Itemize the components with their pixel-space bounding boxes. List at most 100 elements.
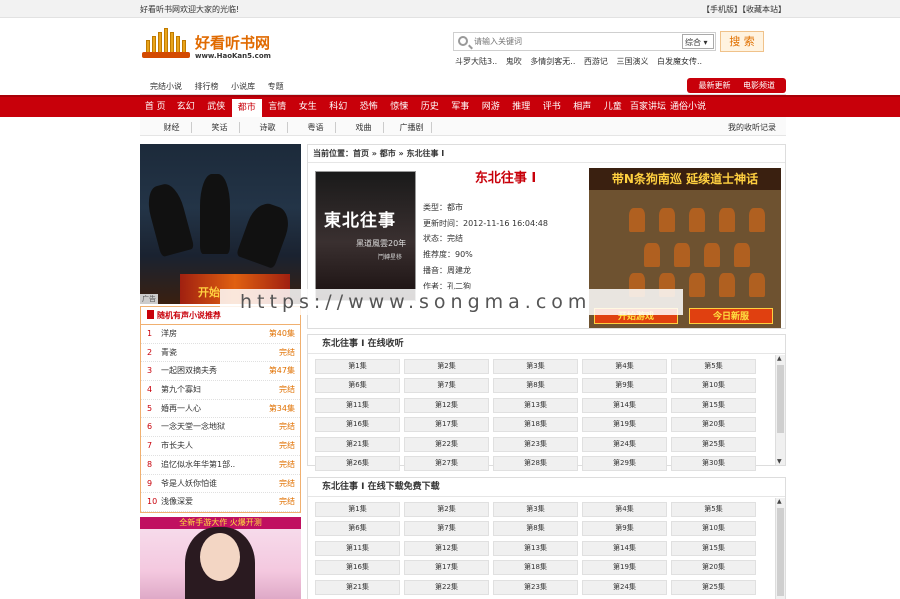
secnav-item[interactable]: 诗歌: [248, 122, 288, 133]
episode-button[interactable]: 第5集: [671, 502, 756, 517]
nav-item[interactable]: 历史: [415, 97, 446, 117]
nav-item[interactable]: 百家讲坛: [628, 97, 668, 117]
nav-item[interactable]: 相声: [567, 97, 598, 117]
episode-button[interactable]: 第8集: [493, 378, 578, 394]
episode-button[interactable]: 第14集: [582, 540, 667, 556]
nav-item[interactable]: 网游: [476, 97, 507, 117]
episode-button[interactable]: 第6集: [315, 378, 400, 394]
episode-button[interactable]: 第27集: [404, 456, 489, 471]
episode-button[interactable]: 第7集: [404, 378, 489, 394]
brand-name[interactable]: 好看听书网: [195, 32, 270, 53]
episode-button[interactable]: 第4集: [582, 359, 667, 374]
nav-item[interactable]: 武侠: [201, 97, 232, 117]
episode-button[interactable]: 第21集: [315, 579, 400, 595]
ad-banner-bottom[interactable]: 全新手游大作 火爆开测: [140, 516, 301, 599]
rank-item[interactable]: 9 爷是人妖你怕谁 完结: [141, 475, 300, 494]
episode-button[interactable]: 第9集: [582, 378, 667, 394]
episode-button[interactable]: 第4集: [582, 502, 667, 517]
latest-updates-button[interactable]: 最新更新: [698, 81, 730, 90]
nav-item[interactable]: 恐怖: [354, 97, 385, 117]
episode-button[interactable]: 第9集: [582, 521, 667, 537]
episode-button[interactable]: 第8集: [493, 521, 578, 537]
episode-button[interactable]: 第30集: [671, 456, 756, 471]
episode-button[interactable]: 第1集: [315, 359, 400, 374]
episode-button[interactable]: 第10集: [671, 521, 756, 537]
episode-button[interactable]: 第12集: [404, 397, 489, 413]
secnav-item[interactable]: 财经: [152, 122, 192, 133]
episode-button[interactable]: 第20集: [671, 417, 756, 433]
hot-search-link[interactable]: 三国演义: [616, 57, 648, 66]
top-links[interactable]: 【手机版】【收藏本站】: [702, 4, 786, 15]
hot-search-link[interactable]: 白发魔女传..: [657, 57, 702, 66]
nav-item[interactable]: 科幻: [323, 97, 354, 117]
episode-button[interactable]: 第25集: [671, 579, 756, 595]
rank-item[interactable]: 1 洋房 第40集: [141, 325, 300, 344]
breadcrumb[interactable]: 当前位置：首页 » 都市 » 东北往事 I: [308, 145, 785, 163]
subnav-item[interactable]: 小说库: [231, 82, 255, 91]
book-cover[interactable]: 東北往事 黑道風雲20年 鬥轉星移: [315, 171, 416, 301]
secnav-item[interactable]: 戏曲: [344, 122, 384, 133]
rank-item[interactable]: 7 市长夫人 完结: [141, 437, 300, 456]
nav-item[interactable]: 惊悚: [384, 97, 415, 117]
episode-button[interactable]: 第7集: [404, 521, 489, 537]
episode-button[interactable]: 第1集: [315, 502, 400, 517]
episode-button[interactable]: 第25集: [671, 436, 756, 452]
subnav-item[interactable]: 排行榜: [195, 82, 219, 91]
nav-item-home[interactable]: 首 页: [140, 97, 171, 117]
episode-button[interactable]: 第6集: [315, 521, 400, 537]
logo-icon[interactable]: [142, 26, 190, 58]
download-scrollbar[interactable]: ▲: [775, 498, 785, 599]
episode-button[interactable]: 第2集: [404, 502, 489, 517]
episode-button[interactable]: 第20集: [671, 560, 756, 576]
rank-item[interactable]: 2 青瓷 完结: [141, 344, 300, 363]
episode-button[interactable]: 第14集: [582, 397, 667, 413]
secnav-item[interactable]: 粤语: [296, 122, 336, 133]
nav-item-active[interactable]: 都市: [231, 97, 262, 117]
episode-button[interactable]: 第26集: [315, 456, 400, 471]
episode-button[interactable]: 第24集: [582, 436, 667, 452]
episode-button[interactable]: 第19集: [582, 560, 667, 576]
episode-button[interactable]: 第17集: [404, 417, 489, 433]
episode-button[interactable]: 第13集: [493, 540, 578, 556]
episode-button[interactable]: 第22集: [404, 436, 489, 452]
rank-item[interactable]: 6 一念天堂一念地狱 完结: [141, 418, 300, 438]
episode-button[interactable]: 第19集: [582, 417, 667, 433]
episode-button[interactable]: 第21集: [315, 436, 400, 452]
ad-banner-top[interactable]: 开始 广告: [140, 144, 301, 304]
hot-search-link[interactable]: 多情剑客无..: [530, 57, 575, 66]
episode-button[interactable]: 第3集: [493, 359, 578, 374]
nav-item[interactable]: 女生: [293, 97, 324, 117]
hot-search-link[interactable]: 斗罗大陆3..: [455, 57, 497, 66]
episode-button[interactable]: 第24集: [582, 579, 667, 595]
episode-button[interactable]: 第2集: [404, 359, 489, 374]
episode-button[interactable]: 第23集: [493, 436, 578, 452]
new-server-button[interactable]: 今日新服: [689, 308, 773, 324]
nav-item[interactable]: 评书: [537, 97, 568, 117]
episode-button[interactable]: 第15集: [671, 540, 756, 556]
secnav-item[interactable]: 笑话: [200, 122, 240, 133]
subnav-item[interactable]: 完结小说: [150, 82, 182, 91]
rank-item[interactable]: 10 浅像深爱 完结: [141, 493, 300, 512]
episode-button[interactable]: 第28集: [493, 456, 578, 471]
episode-button[interactable]: 第18集: [493, 417, 578, 433]
episode-button[interactable]: 第22集: [404, 579, 489, 595]
search-category-select[interactable]: 综合 ▾: [682, 34, 714, 49]
listening-history-link[interactable]: 我的收听记录: [728, 122, 776, 133]
rank-item[interactable]: 5 婚再一人心 第34集: [141, 400, 300, 419]
nav-item[interactable]: 推理: [506, 97, 537, 117]
subnav-item[interactable]: 专题: [268, 82, 284, 91]
nav-item[interactable]: 通俗小说: [668, 97, 708, 117]
episode-button[interactable]: 第16集: [315, 417, 400, 433]
episode-button[interactable]: 第16集: [315, 560, 400, 576]
hot-search-link[interactable]: 西游记: [584, 57, 608, 66]
nav-item[interactable]: 儿童: [598, 97, 629, 117]
nav-item[interactable]: 言情: [262, 97, 293, 117]
episode-button[interactable]: 第10集: [671, 378, 756, 394]
hot-search-link[interactable]: 鬼吹: [506, 57, 522, 66]
episode-button[interactable]: 第11集: [315, 540, 400, 556]
online-scrollbar[interactable]: ▲ ▼: [775, 355, 785, 465]
nav-item[interactable]: 玄幻: [171, 97, 202, 117]
episode-button[interactable]: 第12集: [404, 540, 489, 556]
rank-item[interactable]: 3 一起困双摘夫秀 第47集: [141, 362, 300, 382]
episode-button[interactable]: 第18集: [493, 560, 578, 576]
